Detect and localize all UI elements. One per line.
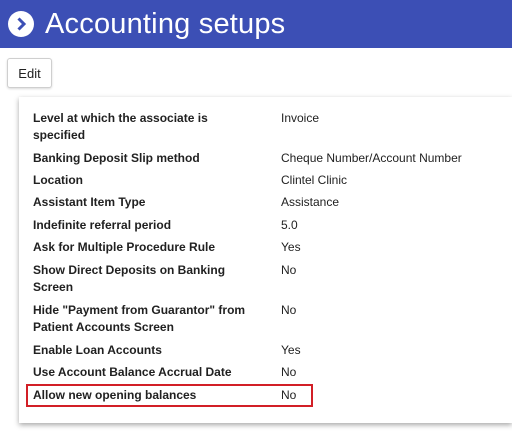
setting-label: Show Direct Deposits on Banking Screen [33,263,226,294]
chevron-right-circle-icon[interactable] [8,11,34,37]
setting-label: Banking Deposit Slip method [33,151,200,165]
setting-label: Enable Loan Accounts [33,343,162,357]
setting-value: No [281,303,297,317]
settings-card: Level at which the associate is specifie… [19,97,512,423]
setting-value: 5.0 [281,218,298,232]
setting-value: Cheque Number/Account Number [281,151,462,165]
page-title: Accounting setups [45,8,286,40]
setting-value: Yes [281,240,301,254]
setting-label: Indefinite referral period [33,218,172,232]
setting-label: Ask for Multiple Procedure Rule [33,240,216,254]
setting-value: Yes [281,343,301,357]
setting-label: Hide "Payment from Guarantor" from Patie… [33,303,246,334]
setting-label: Use Account Balance Accrual Date [33,365,232,379]
setting-value: Assistance [281,195,340,209]
setting-value: No [281,365,297,379]
setting-label: Level at which the associate is specifie… [33,111,208,142]
setting-value: No [281,263,297,277]
edit-button[interactable]: Edit [7,58,52,88]
highlight-box [26,384,313,407]
page-header: Accounting setups [0,0,512,48]
setting-label: Location [33,173,83,187]
setting-label: Assistant Item Type [33,195,146,209]
setting-value: Invoice [281,111,320,125]
setting-value: Clintel Clinic [281,173,348,187]
